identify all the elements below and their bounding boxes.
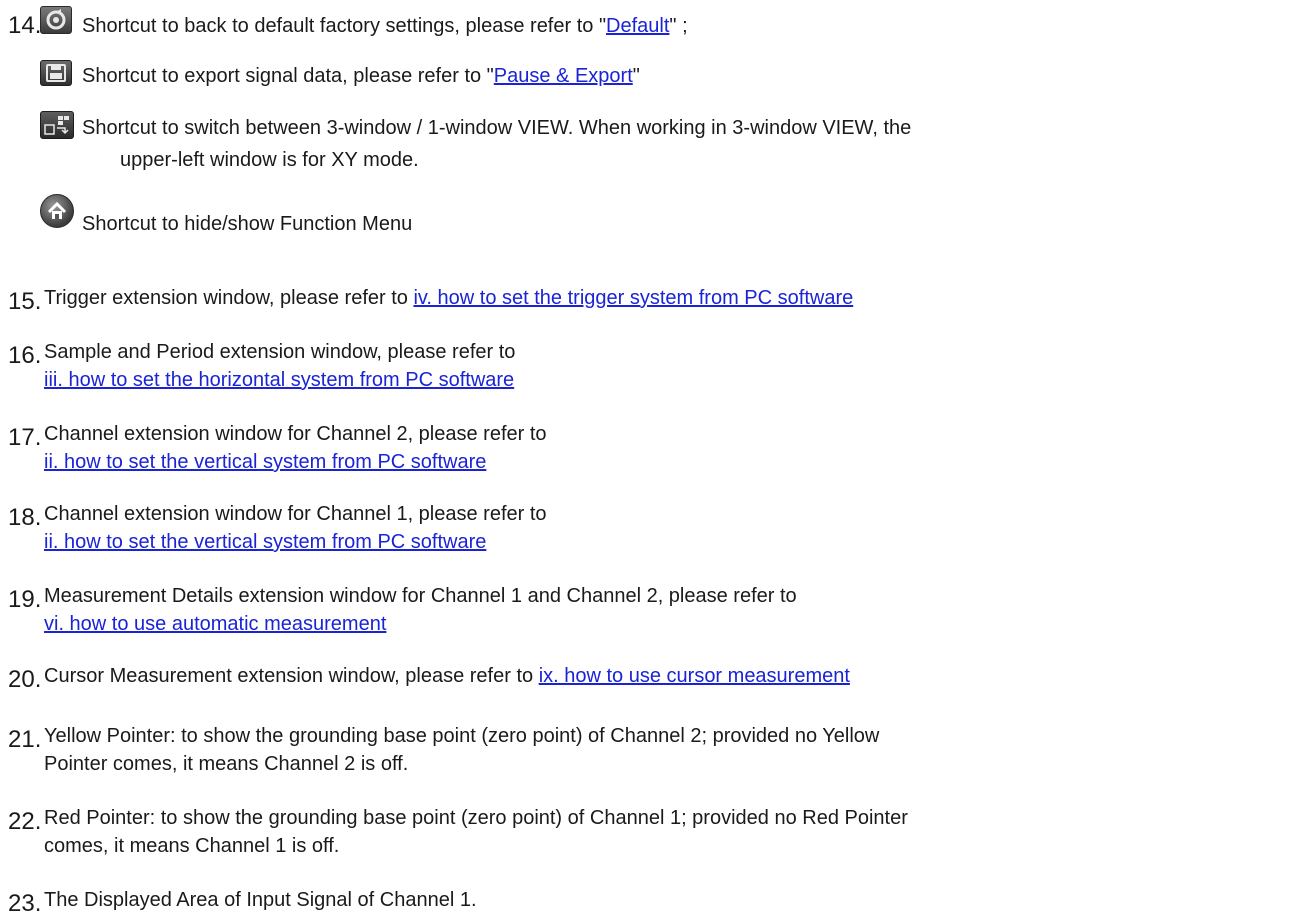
item-number: 14. — [8, 12, 42, 39]
cursor-measurement-link[interactable]: ix. how to use cursor measurement — [539, 665, 850, 687]
item-16-text: Sample and Period extension window, plea… — [44, 341, 516, 363]
item-number: 15. — [8, 288, 42, 315]
item-21-line2: Pointer comes, it means Channel 2 is off… — [44, 753, 409, 775]
item-22-line1: Red Pointer: to show the grounding base … — [44, 807, 908, 829]
item-21-line1: Yellow Pointer: to show the grounding ba… — [44, 725, 880, 747]
save-disk-icon — [40, 60, 72, 86]
item-number: 16. — [8, 342, 42, 369]
item-number: 22. — [8, 808, 42, 835]
horizontal-system-link[interactable]: iii. how to set the horizontal system fr… — [44, 369, 514, 391]
trigger-system-link[interactable]: iv. how to set the trigger system from P… — [413, 287, 853, 309]
shortcut-view-line2: upper-left window is for XY mode. — [120, 149, 419, 171]
vertical-system-link-ch2[interactable]: ii. how to set the vertical system from … — [44, 451, 486, 473]
item-19-link-line: vi. how to use automatic measurement — [44, 610, 386, 638]
item-number: 20. — [8, 666, 42, 693]
item-number: 17. — [8, 424, 42, 451]
item-17-text: Channel extension window for Channel 2, … — [44, 423, 547, 445]
window-view-icon — [40, 111, 74, 139]
item-20-text: Cursor Measurement extension window, ple… — [44, 665, 850, 687]
item-22-line2: comes, it means Channel 1 is off. — [44, 835, 340, 857]
item-15-text: Trigger extension window, please refer t… — [44, 287, 854, 309]
item-number: 18. — [8, 504, 42, 531]
pause-export-link[interactable]: Pause & Export — [494, 65, 633, 87]
item-number: 23. — [8, 890, 42, 917]
item-19-text: Measurement Details extension window for… — [44, 585, 797, 607]
item-number: 19. — [8, 586, 42, 613]
shortcut-export-text: Shortcut to export signal data, please r… — [82, 65, 640, 87]
home-icon — [40, 194, 74, 228]
shortcut-menu-text: Shortcut to hide/show Function Menu — [82, 213, 413, 235]
automatic-measurement-link[interactable]: vi. how to use automatic measurement — [44, 613, 386, 635]
item-number: 21. — [8, 726, 42, 753]
item-23-text: The Displayed Area of Input Signal of Ch… — [44, 889, 477, 911]
item-16-link-line: iii. how to set the horizontal system fr… — [44, 366, 514, 394]
vertical-system-link-ch1[interactable]: ii. how to set the vertical system from … — [44, 531, 486, 553]
default-settings-icon — [40, 6, 72, 34]
manual-page: 14. Shortcut to back to default factory … — [0, 0, 1298, 922]
shortcut-default-text: Shortcut to back to default factory sett… — [82, 15, 688, 37]
item-18-link-line: ii. how to set the vertical system from … — [44, 528, 486, 556]
item-18-text: Channel extension window for Channel 1, … — [44, 503, 547, 525]
default-link[interactable]: Default — [606, 15, 669, 37]
shortcut-view-line1: Shortcut to switch between 3-window / 1-… — [82, 117, 912, 139]
item-17-link-line: ii. how to set the vertical system from … — [44, 448, 486, 476]
